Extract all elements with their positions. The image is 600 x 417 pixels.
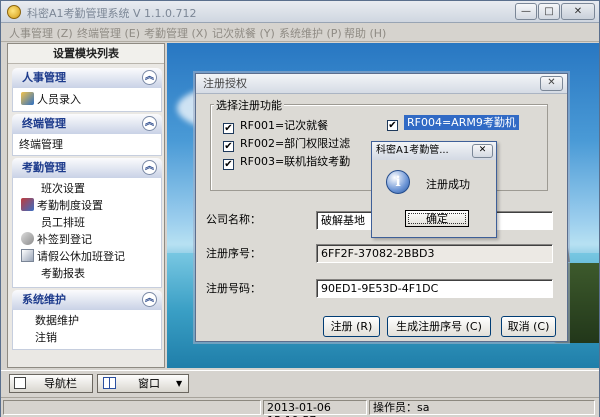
nav-item-data-maintain[interactable]: 数据维护 — [35, 313, 79, 329]
serial-number-field[interactable]: 6FF2F-37082-2BBD3 — [316, 244, 553, 263]
signin-icon — [21, 232, 34, 245]
nav-section-system[interactable]: 系统维护 ︽ — [12, 290, 162, 310]
nav-toggle-button[interactable]: 导航栏 — [9, 374, 93, 393]
app-logo-icon — [7, 5, 21, 19]
menu-attendance[interactable]: 考勤管理 (X) — [144, 25, 208, 41]
window-menu-button[interactable]: 窗口 ▼ — [97, 374, 189, 393]
minimize-button[interactable]: — — [515, 3, 537, 20]
nav-item-scheduling[interactable]: 员工排班 — [41, 215, 85, 231]
menu-personnel[interactable]: 人事管理 (Z) — [9, 25, 73, 41]
nav-section-label: 考勤管理 — [22, 161, 66, 174]
nav-item-logout[interactable]: 注销 — [35, 330, 57, 346]
serial-label: 注册序号： — [206, 247, 261, 260]
nav-item-label: 补签到登记 — [37, 233, 92, 246]
main-window: 科密A1考勤管理系统 V 1.1.0.712 — □ ✕ 人事管理 (Z) 终端… — [0, 0, 600, 417]
nav-section-body: 数据维护 注销 — [12, 310, 162, 350]
nav-item-rule-setup[interactable]: 考勤制度设置 — [21, 198, 103, 214]
nav-item-add-staff[interactable]: 人员录入 — [21, 92, 81, 108]
nav-section-label: 终端管理 — [22, 117, 66, 130]
window-grid-icon — [103, 377, 116, 389]
status-datetime: 2013-01-06 15:19:57 — [263, 400, 367, 417]
feature-group-label: 选择注册功能 — [214, 97, 284, 113]
nav-item-report[interactable]: 考勤报表 — [41, 266, 85, 282]
msgbox-title-text: 科密A1考勤管... — [376, 145, 449, 156]
menu-meal[interactable]: 记次就餐 (Y) — [212, 25, 275, 41]
nav-title: 设置模块列表 — [8, 44, 164, 64]
dialog-close-button[interactable]: ✕ — [540, 76, 563, 91]
checkbox[interactable]: ✔ — [223, 141, 234, 152]
collapse-icon[interactable]: ︽ — [142, 116, 157, 131]
status-bar: 2013-01-06 15:19:57 操作员：sa — [1, 397, 599, 417]
operator-value: sa — [417, 401, 430, 414]
menu-help[interactable]: 帮助 (H) — [344, 25, 386, 41]
menu-system[interactable]: 系统维护 (P) — [279, 25, 342, 41]
nav-section-label: 人事管理 — [22, 71, 66, 84]
feature-checkbox-rf002[interactable]: ✔ RF002=部门权限过滤 — [223, 136, 351, 152]
status-empty — [3, 400, 261, 415]
menu-terminal[interactable]: 终端管理 (E) — [77, 25, 140, 41]
collapse-icon[interactable]: ︽ — [142, 160, 157, 175]
nav-item-shift-setup[interactable]: 班次设置 — [41, 181, 85, 197]
nav-item-label: 请假公休加班登记 — [37, 250, 125, 263]
status-operator: 操作员：sa — [369, 400, 595, 415]
maximize-button[interactable]: □ — [538, 3, 560, 20]
company-label: 公司名称： — [206, 213, 261, 226]
feature-checkbox-rf003[interactable]: ✔ RF003=联机指纹考勤 — [223, 154, 351, 170]
user-card-icon — [21, 92, 34, 105]
success-message-box: 科密A1考勤管... ✕ i 注册成功 确定 — [371, 141, 497, 238]
nav-item-terminal-manage[interactable]: 终端管理 — [19, 137, 63, 153]
checkbox[interactable]: ✔ — [223, 123, 234, 134]
nav-section-terminal[interactable]: 终端管理 ︽ — [12, 114, 162, 134]
ok-button[interactable]: 确定 — [405, 210, 469, 227]
feature-label: RF002=部门权限过滤 — [240, 137, 351, 150]
bottom-toolbar: 导航栏 窗口 ▼ — [1, 370, 599, 396]
generate-serial-button[interactable]: 生成注册序号 (C) — [387, 316, 491, 337]
checkbox[interactable]: ✔ — [223, 159, 234, 170]
nav-toggle-label: 导航栏 — [44, 377, 77, 390]
rules-icon — [21, 198, 34, 211]
nav-item-signin-fix[interactable]: 补签到登记 — [21, 232, 92, 248]
menu-bar: 人事管理 (Z) 终端管理 (E) 考勤管理 (X) 记次就餐 (Y) 系统维护… — [1, 23, 599, 42]
dialog-title: 注册授权 ✕ — [196, 74, 567, 94]
msgbox-close-button[interactable]: ✕ — [472, 144, 493, 158]
nav-section-body: 终端管理 — [12, 134, 162, 156]
regcode-label: 注册号码： — [206, 282, 261, 295]
chevron-down-icon: ▼ — [176, 379, 183, 388]
register-code-field[interactable]: 90ED1-9E53D-4F1DC — [316, 279, 553, 298]
feature-label: RF004=ARM9考勤机 — [404, 115, 519, 130]
nav-panel: 设置模块列表 人事管理 ︽ 人员录入 终端管理 ︽ 终端管理 考勤管理 ︽ 班次… — [7, 43, 165, 368]
feature-label: RF003=联机指纹考勤 — [240, 155, 351, 168]
window-menu-label: 窗口 — [138, 377, 160, 390]
app-title: 科密A1考勤管理系统 V 1.1.0.712 — [27, 7, 197, 20]
operator-label: 操作员： — [373, 401, 417, 414]
nav-item-label: 人员录入 — [37, 93, 81, 106]
info-icon: i — [386, 170, 410, 194]
nav-section-personnel[interactable]: 人事管理 ︽ — [12, 68, 162, 88]
nav-section-body: 人员录入 — [12, 88, 162, 112]
feature-checkbox-rf001[interactable]: ✔ RF001=记次就餐 — [223, 118, 329, 134]
feature-checkbox-rf004[interactable]: ✔ RF004=ARM9考勤机 — [387, 115, 545, 132]
collapse-icon[interactable]: ︽ — [142, 292, 157, 307]
nav-toggle-icon — [14, 377, 26, 389]
register-button[interactable]: 注册 (R) — [323, 316, 380, 337]
cancel-button[interactable]: 取消 (C) — [501, 316, 556, 337]
nav-item-leave-register[interactable]: 请假公休加班登记 — [21, 249, 125, 265]
feature-label: RF001=记次就餐 — [240, 119, 329, 132]
nav-section-body: 班次设置 考勤制度设置 员工排班 补签到登记 请假公休加班登记 考勤报表 — [12, 178, 162, 288]
msgbox-text: 注册成功 — [426, 178, 470, 191]
checkbox[interactable]: ✔ — [387, 120, 398, 131]
nav-section-attendance[interactable]: 考勤管理 ︽ — [12, 158, 162, 178]
title-bar: 科密A1考勤管理系统 V 1.1.0.712 — □ ✕ — [1, 1, 599, 23]
nav-item-label: 考勤制度设置 — [37, 199, 103, 212]
dialog-title-text: 注册授权 — [203, 77, 247, 90]
msgbox-title: 科密A1考勤管... ✕ — [372, 142, 496, 160]
document-icon — [21, 249, 34, 262]
collapse-icon[interactable]: ︽ — [142, 70, 157, 85]
nav-section-label: 系统维护 — [22, 293, 66, 306]
close-button[interactable]: ✕ — [561, 3, 595, 20]
